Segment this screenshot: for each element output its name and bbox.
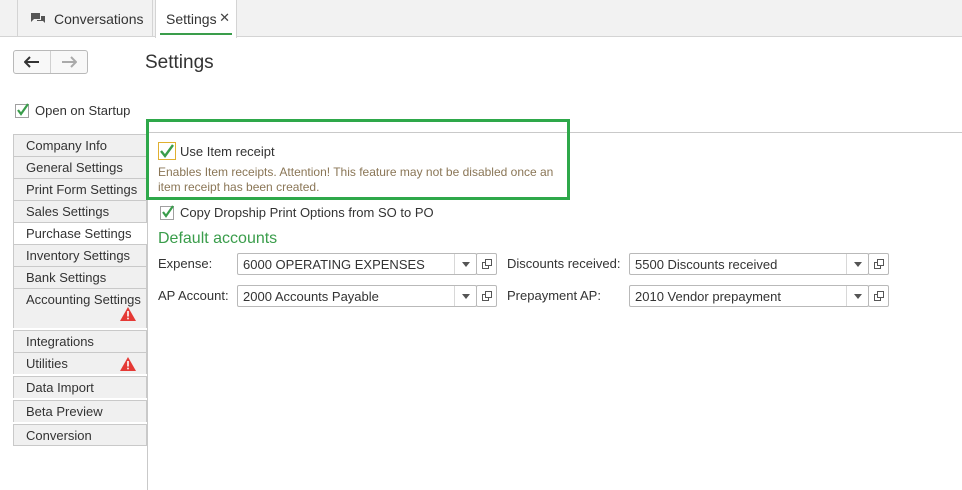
- sidebar-item-label: Inventory Settings: [26, 248, 131, 263]
- check-icon: [17, 102, 29, 116]
- page-title: Settings: [145, 52, 214, 73]
- tab-label: Settings: [166, 11, 217, 27]
- sidebar-item-sales-settings[interactable]: Sales Settings: [13, 200, 147, 222]
- forward-button[interactable]: [50, 51, 87, 73]
- sidebar-item-integrations[interactable]: Integrations: [13, 330, 147, 352]
- sidebar-item-conversion[interactable]: Conversion: [13, 424, 147, 446]
- prepayment-ap-value: 2010 Vendor prepayment: [635, 288, 781, 304]
- ap-account-value: 2000 Accounts Payable: [243, 288, 379, 304]
- dropdown-button[interactable]: [846, 254, 868, 274]
- chevron-down-icon: [461, 261, 470, 267]
- open-on-startup: Open on Startup: [15, 102, 131, 118]
- discounts-received-label: Discounts received:: [507, 256, 621, 271]
- sidebar-item-label: Company Info: [26, 138, 107, 153]
- close-icon[interactable]: ✕: [219, 10, 230, 26]
- sidebar-item-data-import[interactable]: Data Import: [13, 376, 147, 398]
- sidebar-item-utilities[interactable]: Utilities: [13, 352, 147, 374]
- use-item-receipt: Use Item receipt: [158, 142, 275, 160]
- tab-conversations[interactable]: Conversations: [17, 0, 153, 37]
- open-window-icon: [481, 291, 492, 301]
- warning-icon: [120, 357, 136, 371]
- sidebar-item-label: Utilities: [26, 356, 68, 371]
- dropdown-button[interactable]: [846, 286, 868, 306]
- open-on-startup-label: Open on Startup: [35, 103, 131, 118]
- sidebar-item-general-settings[interactable]: General Settings: [13, 156, 147, 178]
- history-nav: [13, 50, 88, 74]
- copy-dropship-label: Copy Dropship Print Options from SO to P…: [180, 205, 434, 220]
- tab-settings[interactable]: Settings ✕: [155, 0, 237, 38]
- default-accounts-title: Default accounts: [158, 230, 278, 247]
- tab-label: Conversations: [54, 10, 144, 27]
- sidebar-item-label: Bank Settings: [26, 270, 107, 285]
- chevron-down-icon: [461, 293, 470, 299]
- expense-label: Expense:: [158, 256, 213, 271]
- sidebar-item-accounting-settings[interactable]: Accounting Settings: [13, 288, 147, 328]
- prepayment-ap-select[interactable]: 2010 Vendor prepayment: [629, 285, 869, 307]
- check-icon: [162, 204, 174, 218]
- check-icon: [160, 144, 174, 158]
- chevron-down-icon: [853, 261, 862, 267]
- sidebar-item-label: Data Import: [26, 380, 94, 395]
- ap-account-open-button[interactable]: [476, 285, 497, 307]
- sidebar-item-print-form-settings[interactable]: Print Form Settings: [13, 178, 147, 200]
- sidebar-item-label: Conversion: [26, 428, 92, 443]
- item-receipt-note: Enables Item receipts. Attention! This f…: [158, 165, 554, 194]
- expense-select[interactable]: 6000 OPERATING EXPENSES: [237, 253, 477, 275]
- tab-bar: Conversations Settings ✕: [0, 0, 962, 38]
- sidebar-item-label: Beta Preview: [26, 404, 103, 419]
- dropdown-button[interactable]: [454, 254, 476, 274]
- sidebar-item-bank-settings[interactable]: Bank Settings: [13, 266, 147, 288]
- prepayment-ap-label: Prepayment AP:: [507, 288, 601, 303]
- discounts-received-value: 5500 Discounts received: [635, 256, 778, 272]
- chat-bubbles-icon: [31, 12, 45, 23]
- discounts-received-open-button[interactable]: [868, 253, 889, 275]
- copy-dropship-checkbox[interactable]: [160, 204, 174, 220]
- open-window-icon: [481, 259, 492, 269]
- sidebar-item-company-info[interactable]: Company Info: [13, 134, 147, 156]
- back-button[interactable]: [14, 51, 50, 73]
- sidebar-item-label: Print Form Settings: [26, 182, 138, 197]
- warning-icon: [120, 307, 136, 321]
- copy-dropship-option: Copy Dropship Print Options from SO to P…: [160, 204, 434, 220]
- sidebar-item-beta-preview[interactable]: Beta Preview: [13, 400, 147, 422]
- dropdown-button[interactable]: [454, 286, 476, 306]
- arrow-right-icon: [62, 56, 77, 68]
- settings-sidebar: Company Info General Settings Print Form…: [13, 134, 148, 446]
- open-on-startup-checkbox[interactable]: [15, 102, 29, 118]
- ap-account-label: AP Account:: [158, 288, 229, 303]
- open-window-icon: [873, 291, 884, 301]
- sidebar-item-label: Accounting Settings: [26, 292, 141, 307]
- expense-open-button[interactable]: [476, 253, 497, 275]
- discounts-received-select[interactable]: 5500 Discounts received: [629, 253, 869, 275]
- ap-account-select[interactable]: 2000 Accounts Payable: [237, 285, 477, 307]
- sidebar-item-inventory-settings[interactable]: Inventory Settings: [13, 244, 147, 266]
- prepayment-ap-open-button[interactable]: [868, 285, 889, 307]
- use-item-receipt-checkbox[interactable]: [158, 142, 176, 160]
- chevron-down-icon: [853, 293, 862, 299]
- open-window-icon: [873, 259, 884, 269]
- sidebar-item-purchase-settings[interactable]: Purchase Settings: [13, 222, 148, 244]
- sidebar-item-label: Sales Settings: [26, 204, 110, 219]
- expense-value: 6000 OPERATING EXPENSES: [243, 256, 425, 272]
- sidebar-item-label: Purchase Settings: [26, 226, 132, 241]
- arrow-left-icon: [24, 56, 39, 68]
- use-item-receipt-label: Use Item receipt: [180, 143, 275, 159]
- sidebar-item-label: General Settings: [26, 160, 123, 175]
- sidebar-item-label: Integrations: [26, 334, 94, 349]
- active-tab-indicator: [160, 33, 232, 35]
